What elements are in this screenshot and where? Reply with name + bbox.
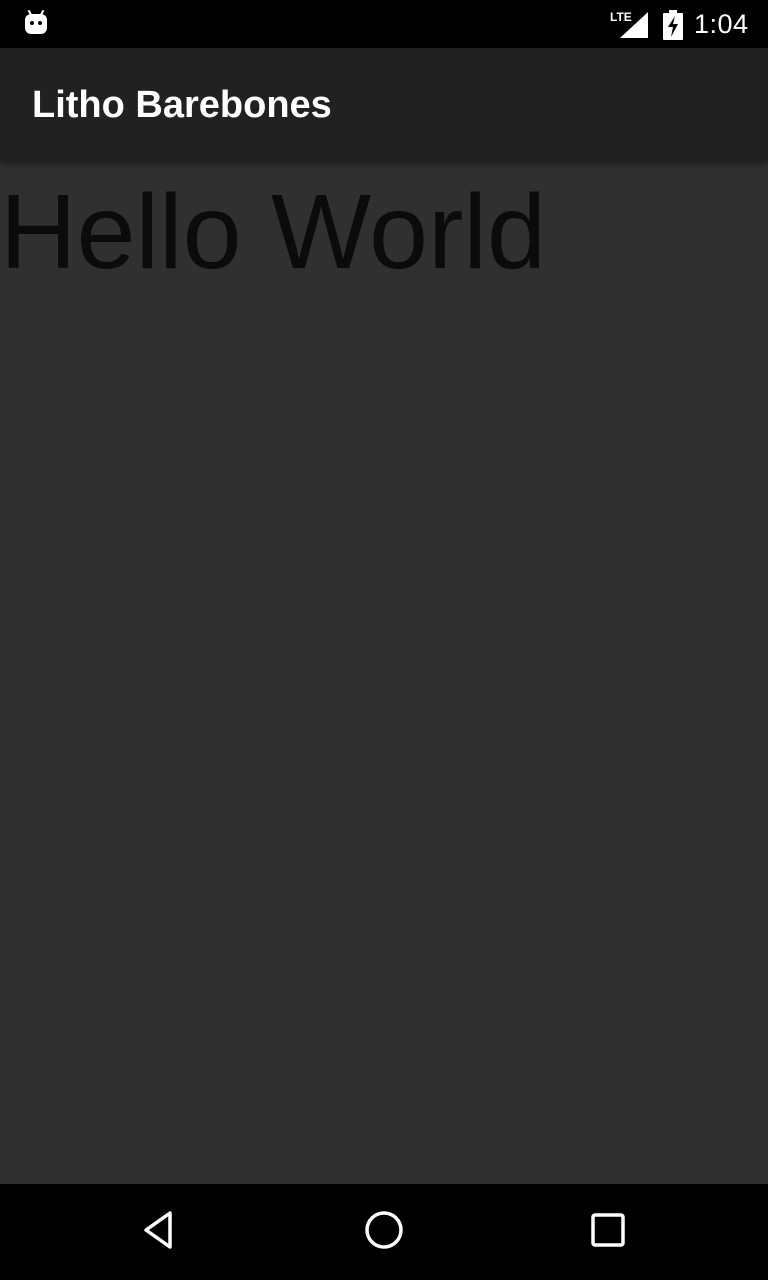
app-title: Litho Barebones (32, 84, 332, 126)
status-clock: 1:04 (694, 9, 749, 39)
status-bar: LTE 1:04 (0, 0, 768, 48)
battery-charging-icon (662, 10, 684, 40)
android-notification-icon (24, 10, 48, 36)
recents-button[interactable] (578, 1202, 638, 1262)
network-type-label: LTE (610, 10, 632, 24)
hello-world-text: Hello World (0, 173, 546, 291)
signal-icon: LTE (610, 8, 650, 40)
home-icon (364, 1210, 404, 1255)
back-button[interactable] (130, 1202, 190, 1262)
back-icon (140, 1210, 180, 1255)
navigation-bar (0, 1184, 768, 1280)
home-button[interactable] (354, 1202, 414, 1262)
main-content: Hello World (0, 160, 768, 1184)
app-bar: Litho Barebones (0, 48, 768, 160)
recents-icon (588, 1210, 628, 1255)
